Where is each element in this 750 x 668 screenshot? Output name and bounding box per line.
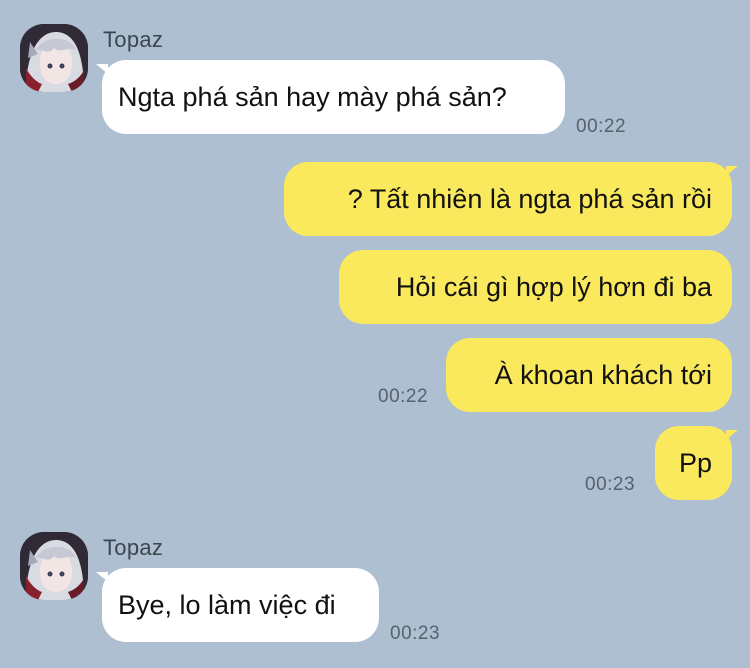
message-bubble-outgoing[interactable]: À khoan khách tới	[446, 338, 732, 412]
sender-name: Topaz	[103, 27, 164, 52]
avatar-image	[20, 532, 88, 600]
message-bubble-outgoing[interactable]: Pp	[655, 426, 732, 500]
message-text: Hỏi cái gì hợp lý hơn đi ba	[395, 271, 712, 302]
message-text: Ngta phá sản hay mày phá sản?	[118, 81, 507, 112]
message-bubble-incoming[interactable]: Ngta phá sản hay mày phá sản?	[102, 60, 565, 134]
message-text: Bye, lo làm việc đi	[118, 589, 336, 620]
message-text: Pp	[678, 447, 712, 478]
sender-name: Topaz	[103, 535, 164, 560]
message-time: 00:22	[576, 116, 627, 137]
message-bubble-outgoing[interactable]: Hỏi cái gì hợp lý hơn đi ba	[339, 250, 732, 324]
avatar-topaz[interactable]	[20, 24, 88, 92]
message-bubble-outgoing[interactable]: ? Tất nhiên là ngta phá sản rồi	[284, 162, 732, 236]
message-time: 00:22	[378, 386, 429, 407]
avatar-image	[20, 24, 88, 92]
avatar-topaz[interactable]	[20, 532, 88, 600]
message-time: 00:23	[390, 623, 441, 644]
message-text: ? Tất nhiên là ngta phá sản rồi	[347, 183, 712, 214]
message-bubble-incoming[interactable]: Bye, lo làm việc đi	[102, 568, 379, 642]
message-text: À khoan khách tới	[494, 359, 712, 390]
message-time: 00:23	[585, 474, 636, 495]
